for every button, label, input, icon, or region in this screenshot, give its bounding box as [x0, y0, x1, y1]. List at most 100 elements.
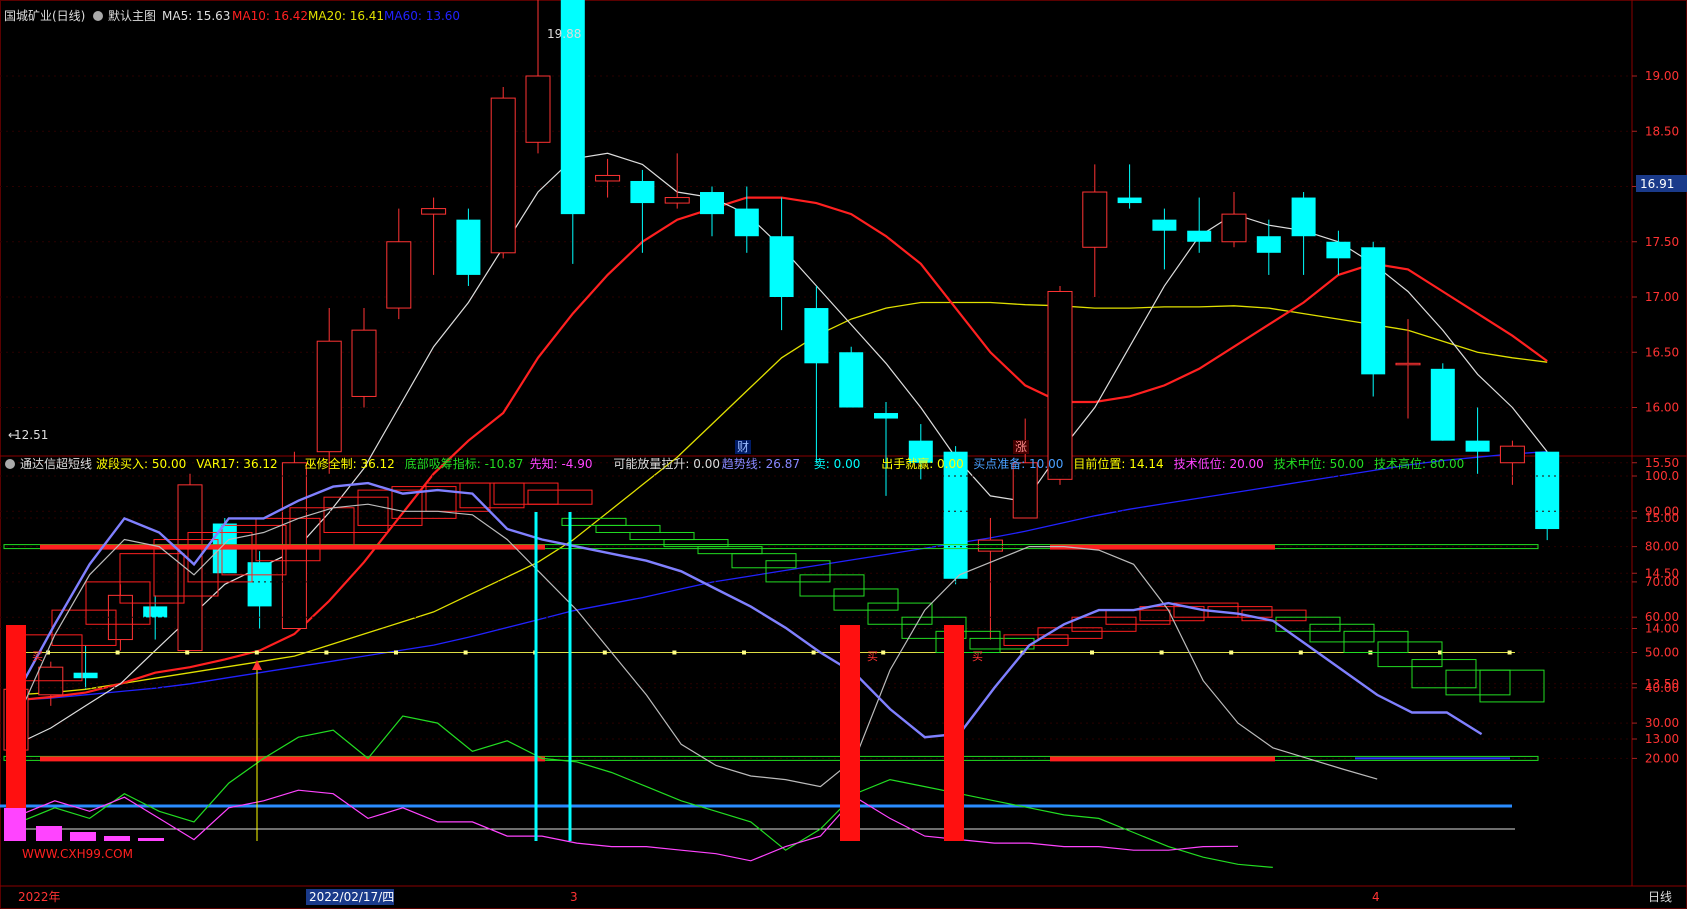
candle-body-down [630, 180, 655, 204]
stepped-box [561, 517, 627, 526]
stepped-box [663, 539, 729, 548]
indicator-value: 卖: 0.00 [814, 457, 861, 471]
mid-level-dot [672, 650, 677, 655]
low-level-highlight [40, 756, 545, 762]
stepped-box [357, 489, 423, 526]
time-axis: 2022年 2022/02/17/四 3 4 日线 [18, 889, 1672, 905]
stock-title: 国城矿业(日线) [4, 9, 85, 23]
ma5-legend: MA5: 15.63 [162, 9, 230, 23]
price-tick-label: 17.50 [1645, 235, 1679, 249]
indicator-tick-label: 50.00 [1645, 646, 1679, 660]
time-label-march: 3 [570, 890, 578, 904]
mid-level-dot [463, 650, 468, 655]
ma60-legend: MA60: 13.60 [384, 9, 460, 23]
candle-body-up [1012, 462, 1038, 519]
stepped-box [493, 482, 559, 505]
price-tick-label: 15.50 [1645, 456, 1679, 470]
indicator-value: 巫修全制: 36.12 [305, 456, 395, 471]
indicator-value: 可能放量拉升: 0.00 [613, 456, 720, 471]
mid-level-dot [115, 650, 120, 655]
candle-body-down [804, 308, 829, 364]
candle-body-down [247, 562, 272, 607]
indicator-tick-label: 90.00 [1645, 504, 1679, 518]
rise-event-label: 涨 [1015, 439, 1027, 454]
stepped-box [969, 637, 1035, 650]
stepped-box [1377, 641, 1443, 668]
price-tick-label: 19.00 [1645, 69, 1679, 83]
mid-level-dot [1159, 650, 1164, 655]
pull-up-bar [4, 808, 26, 841]
indicator-tick-label: 40.00 [1645, 681, 1679, 695]
price-tick-label: 13.00 [1645, 732, 1679, 746]
mid-level-dot [1298, 650, 1303, 655]
indicator-value: 买点准备: 10.00 [973, 457, 1063, 471]
mid-level-dot [185, 650, 190, 655]
template-selector-icon[interactable] [93, 11, 103, 21]
indicator-value: 出手就赢: 0.00 [881, 456, 964, 471]
pull-up-bar [138, 838, 164, 841]
candle-body-up [1395, 362, 1421, 366]
indicator-tick-label: 60.00 [1645, 610, 1679, 624]
candle-body-down [73, 672, 98, 679]
candle-body-up [977, 539, 1003, 552]
stock-chart[interactable]: 国城矿业(日线) 默认主图 MA5: 15.63 MA10: 16.42 MA2… [0, 0, 1687, 909]
buy-signal-label: 买 [32, 650, 43, 663]
candle-body-down [1117, 197, 1142, 204]
indicator-name[interactable]: 通达信超短线 [20, 456, 92, 471]
finance-event-label: 财 [737, 440, 749, 454]
mid-level-dot [881, 650, 886, 655]
candle-body-up [1499, 445, 1525, 464]
candle-body-down [1535, 451, 1560, 530]
candle-body-down [1152, 219, 1177, 231]
indicator-tick-label: 70.00 [1645, 575, 1679, 589]
buy-signal-label: 买 [867, 650, 878, 663]
indicator-tick-label: 100.0 [1645, 469, 1679, 483]
stepped-box [833, 588, 899, 611]
candle-body-up [525, 75, 551, 143]
candle-body-up [1221, 213, 1247, 243]
stepped-box [323, 496, 389, 533]
mid-level-dot [254, 650, 259, 655]
mid-level-dot [324, 650, 329, 655]
foresight-line [19, 789, 1239, 862]
buy-signal-bar [840, 625, 860, 841]
time-label-april: 4 [1372, 890, 1380, 904]
candle-body-down [1326, 241, 1351, 259]
stepped-box [799, 574, 865, 597]
period-label[interactable]: 日线 [1648, 890, 1672, 904]
price-tick-label: 18.50 [1645, 124, 1679, 138]
candle-body-up [595, 174, 621, 182]
time-label-year: 2022年 [18, 890, 61, 904]
indicator-axis: 100.0 90.00 80.00 70.00 60.00 50.00 40.00 30.00… [1632, 469, 1679, 765]
candle-body-down [1430, 368, 1455, 441]
candle-body-up [490, 97, 516, 254]
candle-body-up [177, 484, 203, 652]
candle-body-up [421, 208, 447, 215]
candle-body-down [839, 352, 864, 408]
current-price-label: 16.91 [1640, 177, 1674, 191]
template-label[interactable]: 默认主图 [108, 8, 156, 23]
indicator-value: VAR17: 36.12 [196, 457, 277, 471]
candle-body-down [1291, 197, 1316, 237]
cursor-date-label: 2022/02/17/四 [309, 890, 394, 904]
candle-body-up [664, 197, 690, 204]
mid-level-dot [394, 650, 398, 655]
candle-body-down [1187, 230, 1212, 242]
stepped-box [1411, 659, 1477, 689]
candle-body-down [700, 192, 724, 215]
candle-body-up [1047, 290, 1073, 480]
candle-body-up [351, 329, 377, 397]
indicator-tick-label: 80.00 [1645, 540, 1679, 554]
mid-level-dot [1438, 650, 1442, 655]
candle-body-down [1361, 247, 1386, 375]
candlesticks [3, 0, 1560, 794]
mid-level-dot [1229, 650, 1234, 655]
indicator-selector-icon[interactable] [5, 459, 15, 469]
candle-body-down [734, 208, 759, 237]
high-price-label: 19.88 [547, 27, 581, 41]
indicator-value: 技术中位: 50.00 [1274, 456, 1364, 471]
indicator-tick-label: 30.00 [1645, 716, 1679, 730]
website-link[interactable]: WWW.CXH99.COM [22, 847, 133, 861]
stepped-box [51, 609, 117, 646]
ma10-legend: MA10: 16.42 [232, 9, 308, 23]
